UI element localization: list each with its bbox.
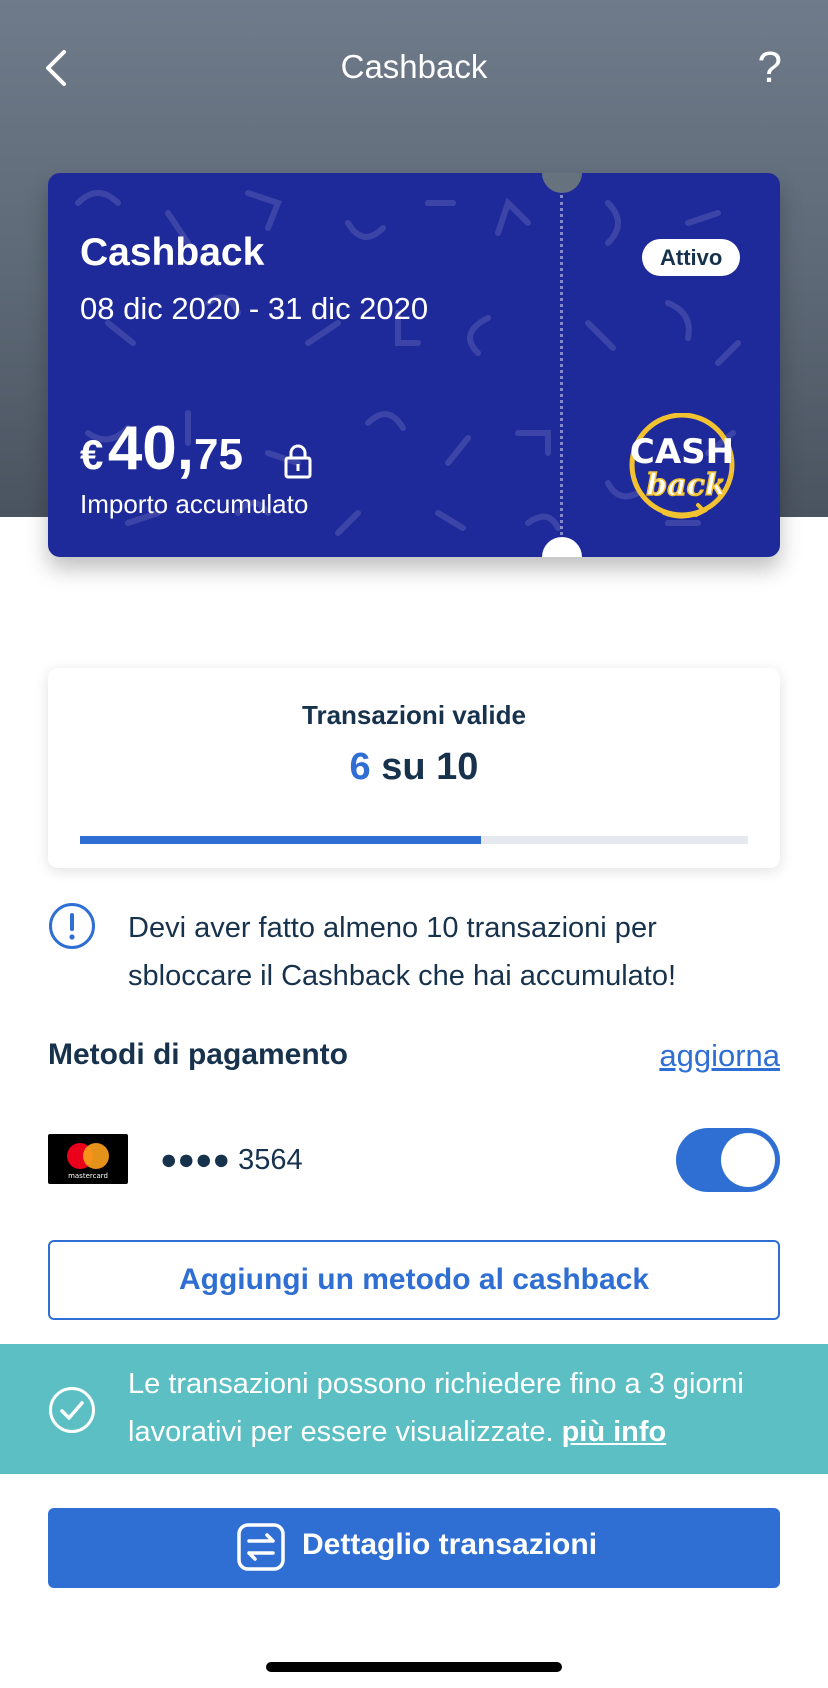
transactions-total: 10 [436,746,479,788]
payment-methods-heading: Metodi di pagamento [48,1038,348,1071]
amount-decimal: 75 [194,430,243,479]
amount-integer: 40, [107,414,195,483]
notice-text: Devi aver fatto almeno 10 transazioni pe… [128,912,677,992]
amount-currency: € [80,431,104,478]
toggle-knob [721,1133,775,1187]
transactions-count: 6 su 10 [48,746,780,789]
home-indicator [266,1662,562,1672]
more-info-link[interactable]: più info [562,1416,667,1448]
card-masked-number: ●●●● 3564 [160,1144,303,1176]
mastercard-logo: mastercard [48,1134,128,1184]
mastercard-label: mastercard [68,1172,108,1180]
accumulated-amount: € 40,75 [80,413,243,484]
transactions-progress-track [80,836,748,844]
logo-text-bottom: back [646,468,725,503]
help-button[interactable]: ? [758,40,782,96]
info-text: Le transazioni possono richiedere fino a… [128,1360,808,1456]
payment-method-toggle[interactable] [676,1128,780,1192]
card-perforation [560,195,563,535]
card-title: Cashback [80,231,265,274]
transactions-done: 6 [349,746,371,788]
valid-transactions-panel: Transazioni valide 6 su 10 [48,668,780,868]
transactions-title: Transazioni valide [302,700,526,730]
exclamation-circle-icon [49,903,95,949]
check-circle-icon [49,1387,95,1433]
card-period: 08 dic 2020 - 31 dic 2020 [80,291,429,326]
info-banner: Le transazioni possono richiedere fino a… [0,1344,828,1474]
cashback-logo: CASH back [629,413,735,519]
lock-icon [284,444,312,479]
logo-text-top: CASH [630,432,734,472]
transfer-arrows-icon [237,1523,285,1571]
page-title: Cashback [340,48,488,85]
transaction-details-button[interactable]: Dettaglio transazioni [48,1508,780,1588]
cashback-card: Cashback 08 dic 2020 - 31 dic 2020 Attiv… [48,173,780,557]
update-link[interactable]: aggiorna [659,1038,780,1074]
transactions-progress-fill [80,836,481,844]
top-navigation: Cashback ? [0,0,828,135]
add-method-button[interactable]: Aggiungi un metodo al cashback [48,1240,780,1320]
amount-label: Importo accumulato [80,489,309,519]
transactions-separator: su [381,746,426,788]
transaction-details-label: Dettaglio transazioni [302,1528,598,1561]
status-badge: Attivo [642,239,741,276]
